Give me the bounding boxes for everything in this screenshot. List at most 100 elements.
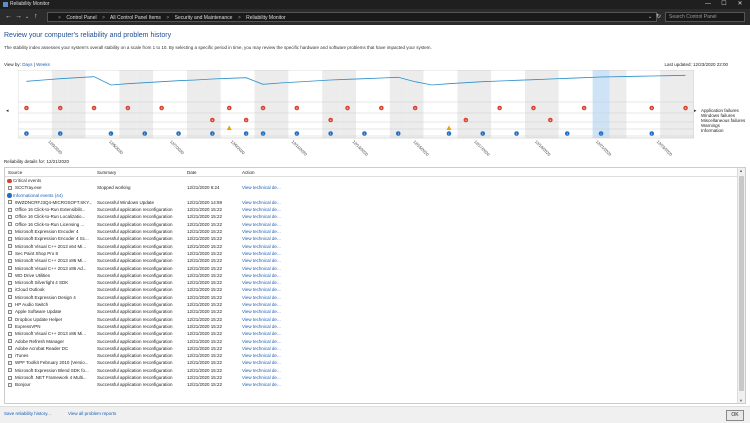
view-technical-details-link[interactable]: View technical de... <box>242 323 322 330</box>
view-technical-details-link[interactable]: View technical de... <box>242 308 322 315</box>
table-row[interactable]: Microsoft Expression Encoder 4 Sc... Succ… <box>5 235 740 242</box>
close-button[interactable]: ✕ <box>732 0 748 9</box>
table-row[interactable]: Dropbox Update Helper Successful applicat… <box>5 316 740 323</box>
view-technical-details-link[interactable]: View technical de... <box>242 316 322 323</box>
table-row[interactable]: Apple Software Update Successful applicat… <box>5 308 740 315</box>
info-icon <box>7 193 12 198</box>
row-date: 12/21/2020 15:22 <box>187 331 223 337</box>
reliability-chart[interactable]: 1051×××××××××××××××××××××iiiiiiiiiiiiiii… <box>18 70 694 156</box>
back-icon[interactable]: ← <box>5 12 12 22</box>
breadcrumb-control-panel[interactable]: Control Panel <box>66 15 96 21</box>
x-tick-label: 12/3/2020 <box>47 139 64 156</box>
address-field[interactable]: > Control Panel > All Control Panel Item… <box>47 12 657 22</box>
view-technical-details-link[interactable]: View technical de... <box>242 272 322 279</box>
table-row[interactable]: iTunes Successful application reconfigura… <box>5 352 740 359</box>
view-technical-details-link[interactable]: View technical de... <box>242 184 322 191</box>
view-technical-details-link[interactable]: View technical de... <box>242 199 322 206</box>
app-icon <box>8 258 12 263</box>
table-row[interactable]: 9WZDNCRFJ3Q4-MICROSOFT.SKY... Successful … <box>5 199 740 206</box>
table-row[interactable]: WD Drive Utilities Successful application… <box>5 272 740 279</box>
col-summary[interactable]: Summary <box>97 170 116 175</box>
table-row[interactable]: HP Audio Switch Successful application re… <box>5 301 740 308</box>
minimize-button[interactable]: — <box>700 0 716 9</box>
table-row[interactable]: Microsoft Silverlight 4 SDK Successful ap… <box>5 279 740 286</box>
view-technical-details-link[interactable]: View technical de... <box>242 345 322 352</box>
maximize-button[interactable]: ☐ <box>716 0 732 9</box>
col-source[interactable]: Source <box>8 170 22 175</box>
breadcrumb-all-items[interactable]: All Control Panel Items <box>110 15 161 21</box>
table-row[interactable]: Sec Paint Shop Pro 8 Successful applicati… <box>5 250 740 257</box>
table-row[interactable]: Microsoft Visual C++ 2013 x64 Mi... Succe… <box>5 243 740 250</box>
view-technical-details-link[interactable]: View technical de... <box>242 301 322 308</box>
view-technical-details-link[interactable]: View technical de... <box>242 352 322 359</box>
row-date: 12/21/2020 15:22 <box>187 207 223 213</box>
view-technical-details-link[interactable]: View technical de... <box>242 257 322 264</box>
table-row[interactable]: SCCTray.exe Stopped working 12/21/2020 6:2… <box>5 184 740 191</box>
row-source: Office 16 Click-to-Run Licensing ... <box>15 221 85 227</box>
chart-scroll-left-icon[interactable]: ◂ <box>6 108 9 114</box>
col-date[interactable]: Date <box>187 170 197 175</box>
view-technical-details-link[interactable]: View technical de... <box>242 367 322 374</box>
save-history-link[interactable]: Save reliability history... <box>4 411 51 416</box>
row-source: Microsoft Visual C++ 2013 x86 Mi... <box>15 258 86 264</box>
table-row[interactable]: Bonjour Successful application reconfigur… <box>5 381 740 388</box>
view-technical-details-link[interactable]: View technical de... <box>242 250 322 257</box>
row-date: 12/21/2020 15:22 <box>187 323 223 329</box>
view-technical-details-link[interactable]: View technical de... <box>242 221 322 228</box>
breadcrumb-security[interactable]: Security and Maintenance <box>175 15 233 21</box>
search-input[interactable]: Search Control Panel <box>665 12 745 22</box>
breadcrumb-reliability[interactable]: Reliability Monitor <box>246 15 285 21</box>
table-row[interactable]: Office 16 Click-to-Run Extensibilit... Su… <box>5 206 740 213</box>
view-technical-details-link[interactable]: View technical de... <box>242 374 322 381</box>
view-technical-details-link[interactable]: View technical de... <box>242 235 322 242</box>
view-technical-details-link[interactable]: View technical de... <box>242 330 322 337</box>
table-row[interactable]: Microsoft Visual C++ 2013 x86 Mi... Succe… <box>5 257 740 264</box>
recent-dropdown-icon[interactable]: ⌄ <box>25 12 29 22</box>
table-row[interactable]: Microsoft Expression Encoder 4 Successful… <box>5 228 740 235</box>
table-row[interactable]: Office 16 Click-to-Run Licensing ... Succ… <box>5 221 740 228</box>
app-failure-marker-glyph: × <box>532 107 534 111</box>
table-row[interactable]: ExpressVPN Successful application reconfi… <box>5 323 740 330</box>
view-technical-details-link[interactable]: View technical de... <box>242 279 322 286</box>
view-technical-details-link[interactable]: View technical de... <box>242 359 322 366</box>
table-scrollbar[interactable]: ▲ ▼ <box>737 168 745 403</box>
table-row[interactable]: Office 16 Click-to-Run Localizatio... Suc… <box>5 213 740 220</box>
view-technical-details-link[interactable]: View technical de... <box>242 294 322 301</box>
table-row[interactable]: WPF Toolkit February 2010 (Versio... Succ… <box>5 359 740 366</box>
view-all-reports-link[interactable]: View all problem reports <box>68 411 116 416</box>
critical-group[interactable]: Critical events <box>5 177 740 184</box>
refresh-icon[interactable]: ↻ <box>656 12 661 22</box>
view-technical-details-link[interactable]: View technical de... <box>242 381 322 388</box>
table-row[interactable]: Microsoft Expression Design 4 Successful … <box>5 294 740 301</box>
view-days-link[interactable]: Days <box>22 62 32 67</box>
info-group[interactable]: Informational events (44) <box>5 192 740 199</box>
table-row[interactable]: Microsoft Visual C++ 2013 x86 Ad... Succe… <box>5 265 740 272</box>
app-icon <box>8 214 12 219</box>
table-row[interactable]: Microsoft Expression Blend SDK fo... Succ… <box>5 367 740 374</box>
col-action[interactable]: Action <box>242 170 255 175</box>
view-technical-details-link[interactable]: View technical de... <box>242 213 322 220</box>
view-technical-details-link[interactable]: View technical de... <box>242 243 322 250</box>
scroll-thumb[interactable] <box>739 176 744 391</box>
address-dropdown-icon[interactable]: ⌄ <box>648 12 652 22</box>
ok-button[interactable]: OK <box>726 410 744 421</box>
scroll-up-icon[interactable]: ▲ <box>739 168 743 173</box>
view-technical-details-link[interactable]: View technical de... <box>242 286 322 293</box>
chart-scroll-right-icon[interactable]: ▸ <box>694 108 697 114</box>
up-icon[interactable]: ↑ <box>34 12 38 22</box>
row-source: WD Drive Utilities <box>15 272 51 278</box>
view-weeks-link[interactable]: Weeks <box>36 62 50 67</box>
table-row[interactable]: Adobe Refresh Manager Successful applicat… <box>5 338 740 345</box>
view-technical-details-link[interactable]: View technical de... <box>242 206 322 213</box>
app-icon <box>8 244 12 249</box>
view-technical-details-link[interactable]: View technical de... <box>242 228 322 235</box>
table-row[interactable]: Microsoft .NET Framework 4 Multi... Succe… <box>5 374 740 381</box>
view-technical-details-link[interactable]: View technical de... <box>242 338 322 345</box>
scroll-down-icon[interactable]: ▼ <box>739 398 743 403</box>
row-summary: Successful application reconfiguration <box>97 287 173 293</box>
view-technical-details-link[interactable]: View technical de... <box>242 265 322 272</box>
forward-icon[interactable]: → <box>15 12 22 22</box>
table-row[interactable]: Adobe Acrobat Reader DC Successful applic… <box>5 345 740 352</box>
table-row[interactable]: Microsoft Visual C++ 2013 x86 Mi... Succe… <box>5 330 740 337</box>
table-row[interactable]: iCloud Outlook Successful application rec… <box>5 286 740 293</box>
